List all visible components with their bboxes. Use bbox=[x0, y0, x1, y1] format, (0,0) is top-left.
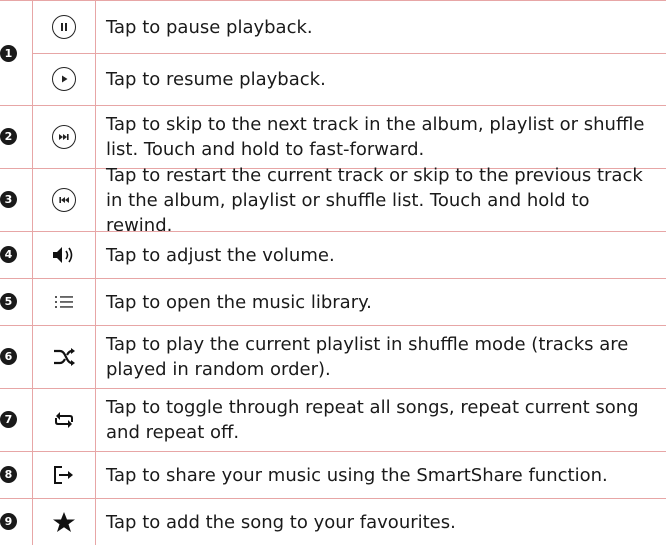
table-row: 5 Tap to open the music library. bbox=[0, 278, 666, 325]
share-icon bbox=[53, 465, 75, 485]
table-subrow: Tap to resume playback. bbox=[32, 53, 666, 105]
star-icon bbox=[52, 511, 76, 533]
row-description: Tap to restart the current track or skip… bbox=[106, 164, 643, 236]
callout-badge: 2 bbox=[0, 128, 17, 145]
repeat-icon bbox=[53, 409, 75, 431]
table-row: 8 Tap to share your music using the Smar… bbox=[0, 451, 666, 498]
row-description: Tap to adjust the volume. bbox=[106, 244, 335, 266]
row-description: Tap to pause playback. bbox=[106, 16, 313, 38]
table-row: 7 Tap to toggle through repeat all songs… bbox=[0, 388, 666, 451]
callout-badge: 8 bbox=[0, 466, 17, 483]
table-row: 1 Tap to pause playback. Tap to resume p… bbox=[0, 0, 666, 105]
callout-badge: 3 bbox=[0, 191, 17, 208]
callout-badge: 7 bbox=[0, 411, 17, 428]
play-icon bbox=[52, 67, 76, 91]
shuffle-icon bbox=[52, 347, 76, 367]
table-row: 3 Tap to restart the current track or sk… bbox=[0, 164, 666, 236]
callout-badge: 1 bbox=[0, 45, 17, 62]
row-description: Tap to skip to the next track in the alb… bbox=[106, 114, 645, 160]
table-row: 4 Tap to adjust the volume. bbox=[0, 231, 666, 278]
music-controls-table: 1 Tap to pause playback. Tap to resume p… bbox=[0, 0, 666, 545]
row-description: Tap to play the current playlist in shuf… bbox=[106, 334, 629, 380]
table-row: 6 Tap to play the current playlist in sh… bbox=[0, 325, 666, 388]
table-row: 9 Tap to add the song to your favourites… bbox=[0, 498, 666, 545]
callout-badge: 9 bbox=[0, 513, 17, 530]
skip-next-icon bbox=[52, 125, 76, 149]
pause-icon bbox=[52, 15, 76, 39]
library-list-icon bbox=[54, 294, 74, 310]
skip-previous-icon bbox=[52, 188, 76, 212]
callout-badge: 4 bbox=[0, 246, 17, 263]
row-description: Tap to share your music using the SmartS… bbox=[106, 464, 608, 486]
row-description: Tap to open the music library. bbox=[106, 291, 372, 313]
row-description: Tap to toggle through repeat all songs, … bbox=[106, 397, 639, 443]
table-row: 2 Tap to skip to the next track in the a… bbox=[0, 105, 666, 168]
row-description: Tap to add the song to your favourites. bbox=[106, 511, 456, 533]
volume-icon bbox=[51, 245, 77, 265]
callout-badge: 5 bbox=[0, 293, 17, 310]
table-subrow: Tap to pause playback. bbox=[32, 1, 666, 53]
row-description: Tap to resume playback. bbox=[106, 68, 326, 90]
callout-badge: 6 bbox=[0, 348, 17, 365]
